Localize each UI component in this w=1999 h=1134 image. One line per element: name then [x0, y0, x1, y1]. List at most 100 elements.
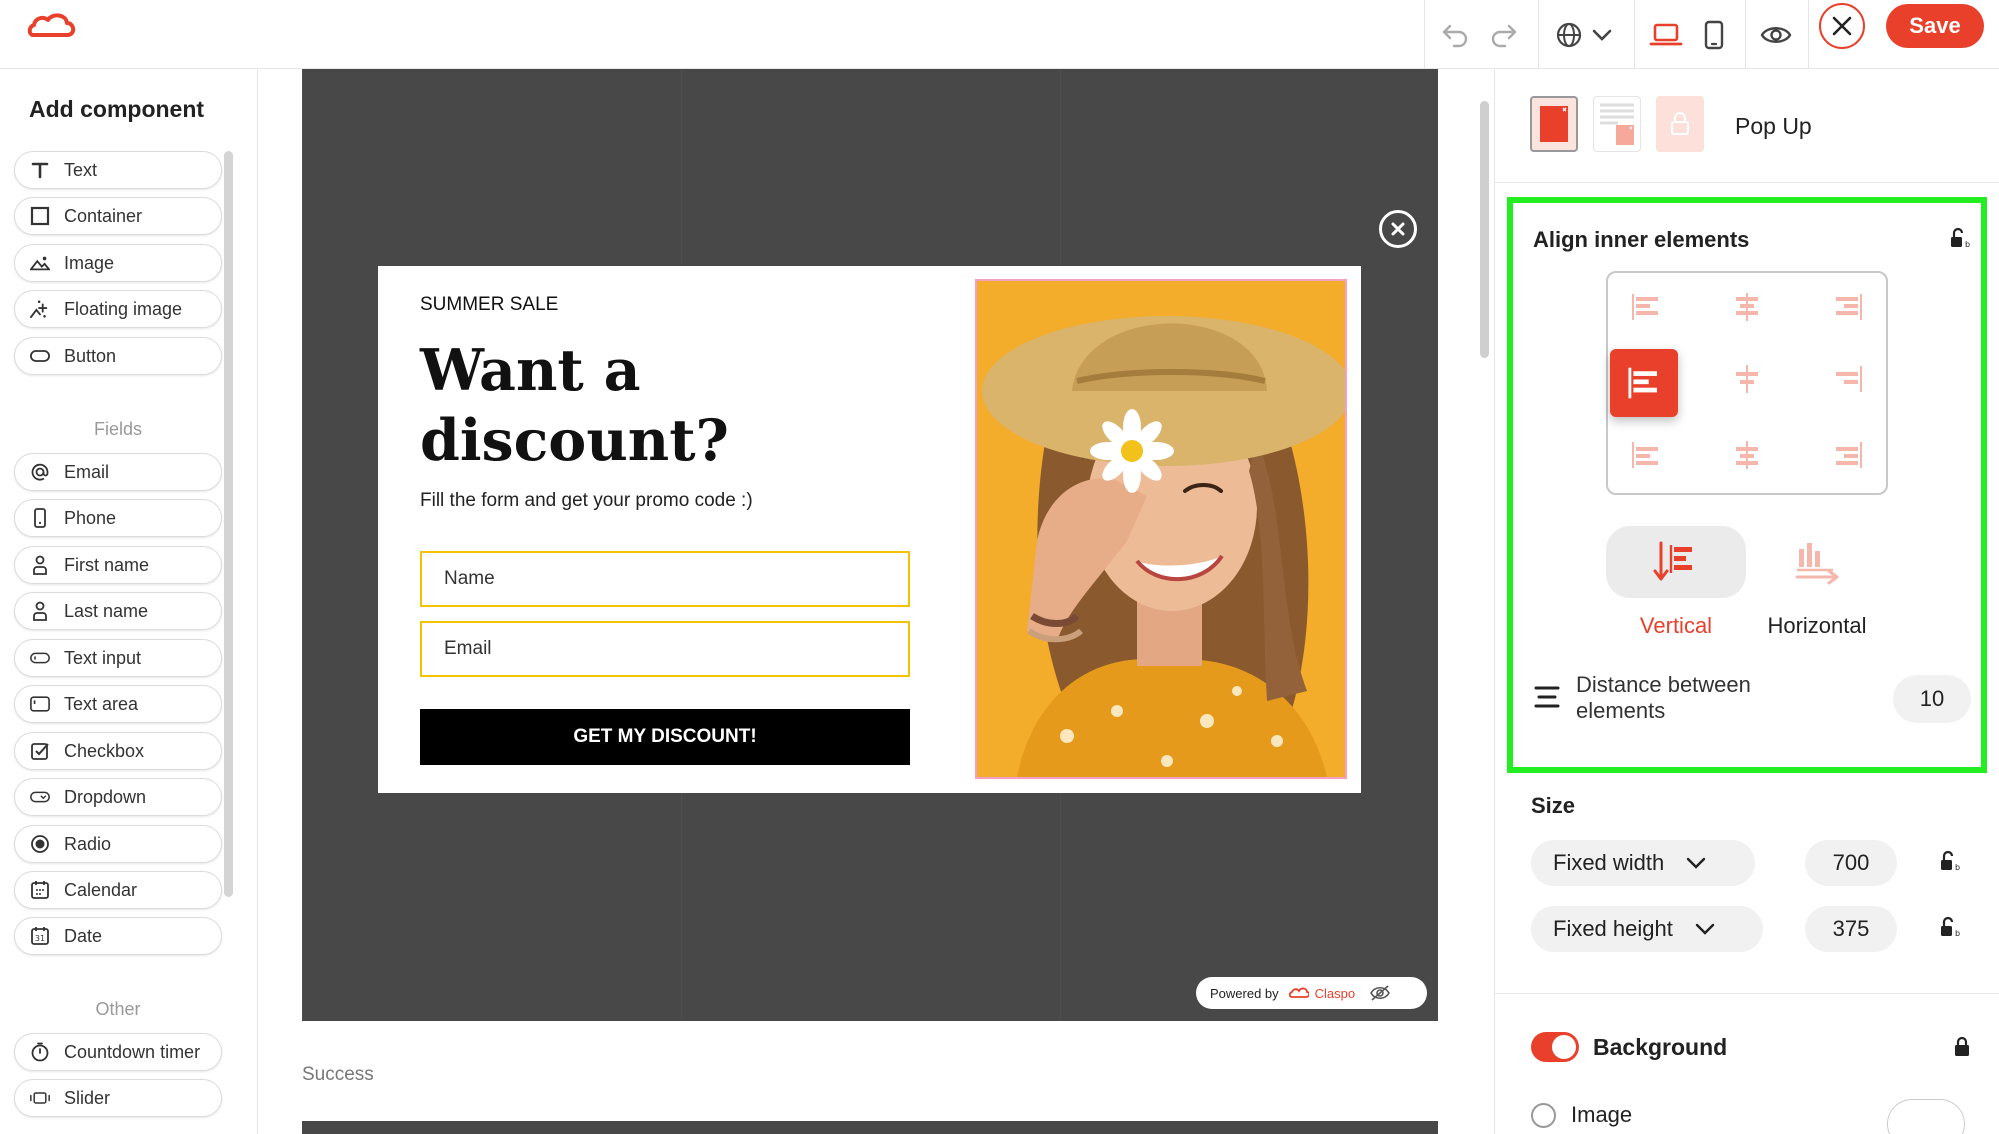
- width-mode-select[interactable]: Fixed width: [1531, 840, 1755, 886]
- claspo-logo-icon: [1288, 987, 1309, 998]
- popup-name-input[interactable]: [420, 551, 910, 607]
- height-value-input[interactable]: 375: [1805, 906, 1897, 952]
- component-text[interactable]: Text: [14, 151, 222, 189]
- direction-vertical-button[interactable]: [1606, 526, 1746, 598]
- image-icon: [30, 253, 50, 273]
- field-first-name[interactable]: First name: [14, 546, 222, 584]
- phone-icon: [30, 508, 50, 528]
- sidebar-scrollbar[interactable]: [224, 151, 233, 897]
- close-icon: [1832, 16, 1852, 36]
- direction-horizontal-button[interactable]: [1747, 526, 1887, 598]
- editor-canvas: SUMMER SALE Want a discount? Fill the fo…: [258, 69, 1494, 1134]
- undo-icon[interactable]: [1437, 17, 1473, 53]
- layout-locked-thumb[interactable]: [1656, 96, 1704, 152]
- layout-type-selector: Pop Up: [1495, 69, 1999, 183]
- vertical-direction-icon: [1653, 541, 1692, 581]
- background-image-label: Image: [1571, 1102, 1633, 1127]
- unlock-icon[interactable]: b: [1938, 850, 1960, 872]
- properties-panel: Pop Up Align inner elements b Vertical H…: [1494, 69, 1999, 1134]
- desktop-view-icon[interactable]: [1648, 17, 1684, 53]
- component-image[interactable]: Image: [14, 244, 222, 282]
- component-button[interactable]: Button: [14, 337, 222, 375]
- canvas-scrollbar[interactable]: [1480, 101, 1489, 358]
- align-top-right-icon[interactable]: [1828, 287, 1868, 327]
- dropdown-icon: [30, 787, 50, 807]
- align-middle-left-icon[interactable]: [1610, 349, 1678, 417]
- powered-by-badge[interactable]: Powered by Claspo: [1196, 977, 1427, 1009]
- background-section-title: Background: [1593, 1034, 1728, 1060]
- popup-email-input[interactable]: [420, 621, 910, 677]
- popup-close-button[interactable]: [1379, 210, 1417, 248]
- popup-stage[interactable]: SUMMER SALE Want a discount? Fill the fo…: [302, 69, 1438, 1021]
- popup-photo[interactable]: [975, 279, 1347, 779]
- align-middle-center-icon[interactable]: [1727, 359, 1767, 399]
- popup-subtitle[interactable]: Fill the form and get your promo code :): [420, 490, 753, 512]
- popup-cta-button[interactable]: GET MY DISCOUNT!: [420, 709, 910, 765]
- svg-text:b: b: [1955, 863, 1960, 872]
- align-top-left-icon[interactable]: [1626, 287, 1666, 327]
- layout-popup-thumb[interactable]: [1530, 96, 1578, 152]
- component-slider[interactable]: Slider: [14, 1079, 222, 1117]
- language-selector[interactable]: [1552, 17, 1616, 53]
- mobile-view-icon[interactable]: [1696, 17, 1732, 53]
- redo-icon[interactable]: [1486, 17, 1522, 53]
- preview-eye-icon[interactable]: [1758, 17, 1794, 53]
- component-floating-image[interactable]: Floating image: [14, 290, 222, 328]
- width-value-input[interactable]: 700: [1805, 840, 1897, 886]
- distance-label: Distance between elements: [1576, 672, 1751, 723]
- height-mode-select[interactable]: Fixed height: [1531, 906, 1763, 952]
- sidebar-title: Add component: [29, 96, 205, 122]
- top-toolbar: Save: [0, 0, 1999, 69]
- component-sidebar: Add component Text Container Image Float…: [0, 69, 258, 1134]
- popup-layout-icon: [1540, 106, 1568, 142]
- field-email[interactable]: Email: [14, 453, 222, 491]
- toolbar-divider: [1538, 0, 1539, 68]
- layout-floating-bar-thumb[interactable]: [1593, 96, 1641, 152]
- svg-text:31: 31: [35, 934, 45, 943]
- field-dropdown[interactable]: Dropdown: [14, 778, 222, 816]
- hide-eye-icon[interactable]: [1369, 984, 1391, 1002]
- alignment-grid: [1606, 271, 1888, 495]
- editor-root: Save Add component Text Container Image …: [0, 0, 1999, 1134]
- component-container[interactable]: Container: [14, 197, 222, 235]
- background-image-radio[interactable]: [1531, 1103, 1556, 1128]
- component-countdown-timer[interactable]: Countdown timer: [14, 1033, 222, 1071]
- unlock-icon[interactable]: b: [1948, 227, 1970, 249]
- align-top-center-icon[interactable]: [1727, 287, 1767, 327]
- popup-container[interactable]: SUMMER SALE Want a discount? Fill the fo…: [378, 266, 1361, 793]
- toolbar-divider: [1808, 0, 1809, 68]
- popup-kicker[interactable]: SUMMER SALE: [420, 294, 558, 316]
- direction-horizontal-label[interactable]: Horizontal: [1747, 613, 1887, 639]
- field-checkbox[interactable]: Checkbox: [14, 732, 222, 770]
- checkbox-icon: [30, 741, 50, 761]
- date-icon: 31: [30, 926, 50, 946]
- direction-vertical-label[interactable]: Vertical: [1606, 613, 1746, 639]
- background-toggle[interactable]: [1531, 1032, 1579, 1062]
- claspo-cloud-icon[interactable]: [27, 10, 77, 44]
- unlock-icon[interactable]: b: [1938, 916, 1960, 938]
- distance-input[interactable]: 10: [1893, 675, 1971, 723]
- save-button[interactable]: Save: [1886, 4, 1984, 48]
- field-calendar[interactable]: Calendar: [14, 871, 222, 909]
- field-last-name[interactable]: Last name: [14, 592, 222, 630]
- field-text-area[interactable]: Text area: [14, 685, 222, 723]
- field-date[interactable]: 31 Date: [14, 917, 222, 955]
- field-text-input[interactable]: Text input: [14, 639, 222, 677]
- chevron-down-icon: [1592, 29, 1612, 41]
- other-section-label: Other: [95, 999, 141, 1019]
- field-radio[interactable]: Radio: [14, 825, 222, 863]
- close-editor-button[interactable]: [1819, 3, 1865, 49]
- popup-heading[interactable]: Want a discount?: [420, 336, 880, 476]
- timer-icon: [30, 1042, 50, 1062]
- align-inner-elements-section: Align inner elements b Vertical Horizont…: [1507, 197, 1987, 773]
- success-step-label[interactable]: Success: [302, 1064, 374, 1086]
- person-icon: [30, 555, 50, 575]
- align-bottom-left-icon[interactable]: [1626, 435, 1666, 475]
- background-image-picker[interactable]: [1887, 1099, 1965, 1134]
- align-bottom-right-icon[interactable]: [1828, 435, 1868, 475]
- success-stage[interactable]: [302, 1121, 1438, 1134]
- align-bottom-center-icon[interactable]: [1727, 435, 1767, 475]
- lock-icon[interactable]: [1952, 1035, 1972, 1057]
- align-middle-right-icon[interactable]: [1828, 359, 1868, 399]
- field-phone[interactable]: Phone: [14, 499, 222, 537]
